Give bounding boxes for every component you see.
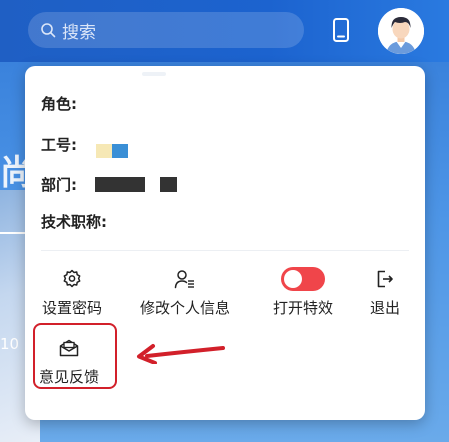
edit-profile-button[interactable]: 修改个人信息 <box>135 269 235 318</box>
toggle-knob <box>284 270 302 288</box>
role-label: 角色: <box>41 95 77 113</box>
effects-toggle-item: 打开特效 <box>267 267 339 318</box>
search-icon <box>41 23 56 38</box>
search-placeholder: 搜索 <box>62 22 96 43</box>
effects-toggle[interactable] <box>281 267 325 291</box>
employee-id-redaction <box>112 144 128 158</box>
logout-icon <box>377 270 393 288</box>
user-edit-icon <box>174 270 194 289</box>
popup-divider <box>41 250 409 251</box>
popup-caret <box>142 72 166 76</box>
set-password-label: 设置密码 <box>41 299 102 317</box>
feedback-highlight-box <box>33 323 117 389</box>
gear-icon <box>63 269 81 288</box>
employee-id-label: 工号: <box>41 136 77 154</box>
title-label: 技术职称: <box>41 213 107 231</box>
user-avatar[interactable] <box>378 8 424 54</box>
search-bar[interactable]: 搜索 <box>28 12 304 48</box>
employee-id-redaction <box>96 144 112 158</box>
department-redaction <box>95 177 145 192</box>
top-bar: 搜索 <box>0 0 449 62</box>
background-number-fragment: 10 <box>0 335 20 353</box>
set-password-button[interactable]: 设置密码 <box>40 269 104 318</box>
department-redaction <box>160 177 177 192</box>
user-avatar-icon <box>378 8 424 54</box>
red-arrow-annotation <box>137 344 225 364</box>
department-label: 部门: <box>41 176 77 194</box>
background-divider <box>0 232 26 234</box>
mobile-phone-icon[interactable] <box>330 18 352 42</box>
edit-profile-label: 修改个人信息 <box>139 299 230 317</box>
logout-button[interactable]: 退出 <box>363 269 407 318</box>
logout-label: 退出 <box>369 299 400 317</box>
effects-toggle-label: 打开特效 <box>272 299 333 317</box>
